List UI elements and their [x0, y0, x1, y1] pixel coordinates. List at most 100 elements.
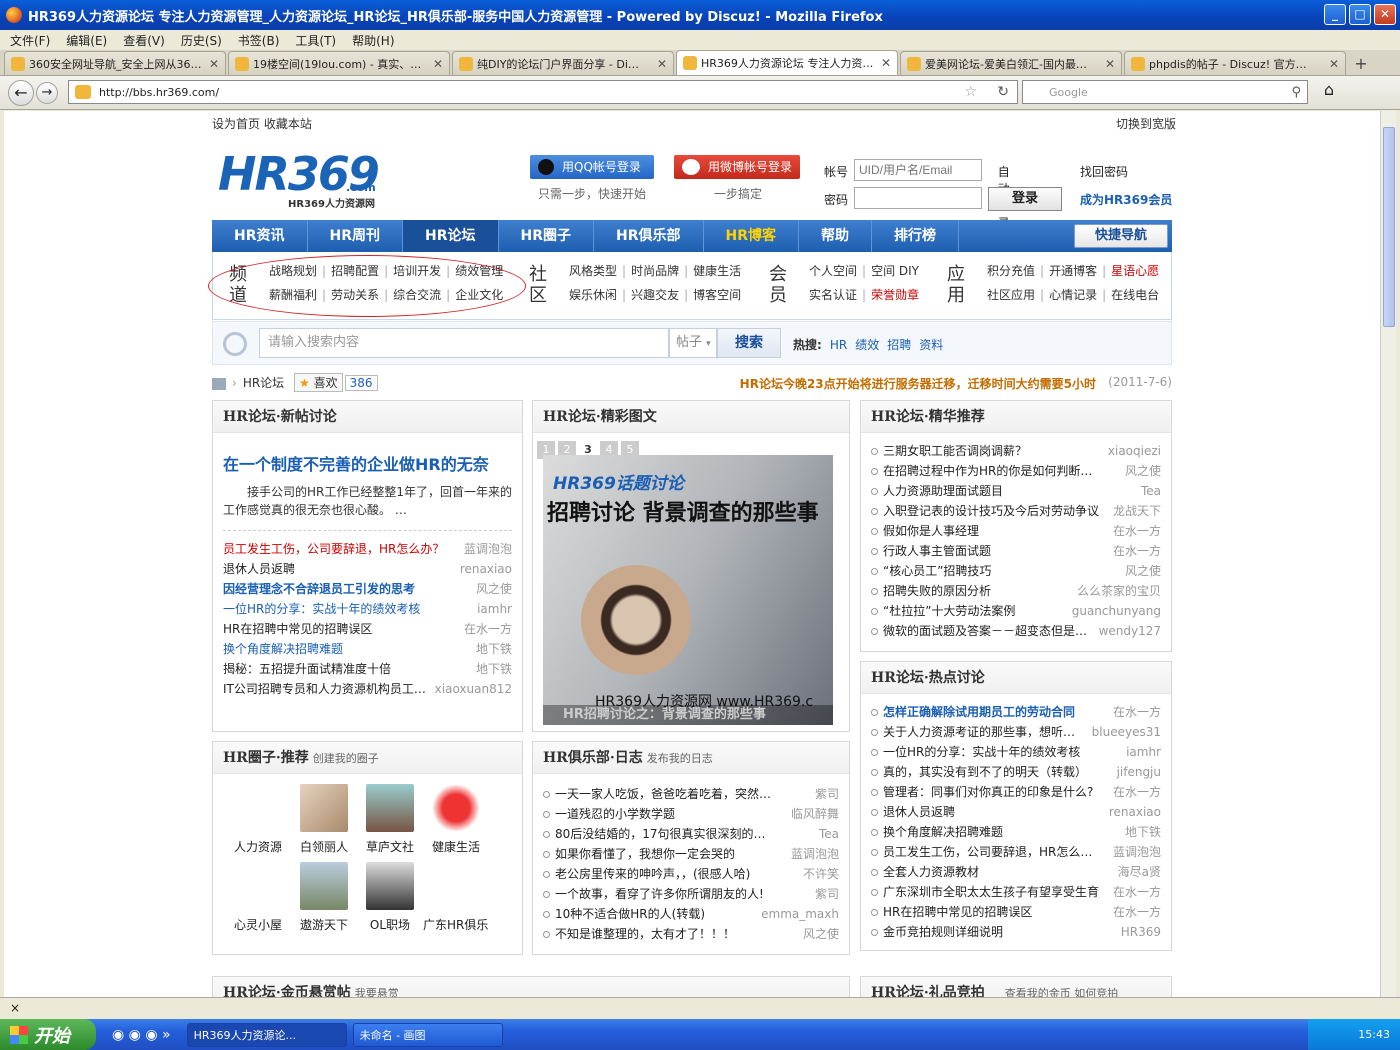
- list-item[interactable]: 换个角度解决招聘难题 地下铁: [871, 822, 1161, 842]
- author-name[interactable]: 风之使: [803, 924, 839, 944]
- author-name[interactable]: 在水一方: [1113, 702, 1161, 722]
- tab-diy[interactable]: 纯DIY的论坛门户界面分享 - Di… ✕: [452, 51, 674, 75]
- topic-link[interactable]: 员工发生工伤，公司要辞退，HR怎么办？: [871, 842, 1101, 862]
- nav-hr-news[interactable]: HR资讯: [212, 220, 308, 252]
- login-button[interactable]: 登录: [988, 187, 1062, 211]
- list-item[interactable]: IT公司招聘专员和人力资源机构员工服务专员 xiaoxuan812: [223, 679, 512, 699]
- task-firefox[interactable]: HR369人力资源论...: [186, 1022, 347, 1047]
- menu-edit[interactable]: 编辑(E): [66, 32, 107, 49]
- qq-login-button[interactable]: 用QQ帐号登录: [530, 155, 654, 179]
- menu-view[interactable]: 查看(V): [123, 32, 165, 49]
- list-item[interactable]: 换个角度解决招聘难题 地下铁: [223, 639, 512, 659]
- nav-ranking[interactable]: 排行榜: [872, 220, 959, 252]
- maximize-button[interactable]: □: [1349, 4, 1371, 25]
- list-item[interactable]: 微软的面试题及答案－－超变态但是很经 wendy127: [871, 621, 1161, 641]
- list-item[interactable]: 如果你看懂了，我想你一定会哭的 蓝调泡泡: [543, 844, 839, 864]
- list-item[interactable]: 因经营理念不合辞退员工引发的思考 风之使: [223, 579, 512, 599]
- new-tab-icon[interactable]: +: [1350, 53, 1372, 75]
- topic-link[interactable]: 换个角度解决招聘难题: [223, 639, 343, 659]
- author-name[interactable]: 风之使: [476, 579, 512, 599]
- list-item[interactable]: 入职登记表的设计技巧及今后对劳动争议 龙战天下: [871, 501, 1161, 521]
- topic-link[interactable]: “核心员工”招聘技巧: [871, 561, 991, 581]
- link-realname[interactable]: 实名认证: [809, 288, 857, 302]
- list-item[interactable]: 一天一家人吃饭，爸爸吃着吃着，突然说：养 紫司: [543, 784, 839, 804]
- author-name[interactable]: 在水一方: [1113, 882, 1161, 902]
- list-item[interactable]: 老公房里传来的呻吟声，，(很感人哈) 不许笑: [543, 864, 839, 884]
- topic-link[interactable]: 员工发生工伤，公司要辞退，HR怎么办？: [223, 539, 444, 559]
- link-leisure[interactable]: 娱乐休闲: [569, 288, 617, 302]
- create-circle-link[interactable]: 创建我的圈子: [313, 752, 379, 765]
- list-item[interactable]: 退休人员返聘 renaxiao: [223, 559, 512, 579]
- link-wish[interactable]: 星语心愿: [1111, 264, 1159, 278]
- circle-item[interactable]: 草庐文社: [357, 784, 423, 862]
- topic-link[interactable]: 退休人员返聘: [871, 802, 955, 822]
- author-name[interactable]: 在水一方: [1113, 521, 1161, 541]
- author-name[interactable]: 地下铁: [476, 659, 512, 679]
- topic-link[interactable]: 一位HR的分享：实战十年的绩效考核: [223, 599, 420, 619]
- list-item[interactable]: 一位HR的分享：实战十年的绩效考核 iamhr: [871, 742, 1161, 762]
- quick-nav-button[interactable]: 快捷导航: [1074, 224, 1168, 248]
- topic-link[interactable]: 广东深圳市全职太太生孩子有望享受生育: [871, 882, 1099, 902]
- author-name[interactable]: 地下铁: [476, 639, 512, 659]
- menu-file[interactable]: 文件(F): [10, 32, 50, 49]
- topic-link[interactable]: 退休人员返聘: [223, 559, 295, 579]
- list-item[interactable]: 金币竞拍规则详细说明 HR369: [871, 922, 1161, 942]
- link-space-diy[interactable]: 空间 DIY: [871, 264, 919, 278]
- nav-hr-blog[interactable]: HR博客: [704, 220, 799, 252]
- forward-icon[interactable]: →: [36, 81, 58, 104]
- weibo-login-button[interactable]: 用微博帐号登录: [674, 155, 800, 179]
- back-icon[interactable]: ←: [8, 79, 34, 106]
- author-name[interactable]: 风之使: [1125, 561, 1161, 581]
- topic-link[interactable]: 关于人力资源考证的那些事，想听听大: [871, 722, 1086, 742]
- account-input[interactable]: [854, 159, 982, 181]
- close-find-icon[interactable]: ×: [10, 1001, 20, 1015]
- featured-photo[interactable]: HR369话题讨论 招聘讨论 背景调查的那些事 HR369人力资源网 www.H…: [543, 455, 833, 725]
- scrollbar-thumb[interactable]: [1383, 127, 1395, 327]
- link-medals[interactable]: 荣誉勋章: [871, 288, 919, 302]
- link-recharge[interactable]: 积分充值: [987, 264, 1035, 278]
- author-name[interactable]: 在水一方: [1113, 902, 1161, 922]
- bookmark-star-icon[interactable]: ☆: [964, 84, 977, 100]
- circle-item[interactable]: 健康生活: [423, 784, 489, 862]
- topic-link[interactable]: 微软的面试题及答案－－超变态但是很经: [871, 621, 1093, 641]
- author-name[interactable]: iamhr: [1126, 742, 1161, 762]
- list-item[interactable]: 假如你是人事经理 在水一方: [871, 521, 1161, 541]
- author-name[interactable]: 在水一方: [464, 619, 512, 639]
- password-input[interactable]: [854, 187, 982, 209]
- home-icon[interactable]: [212, 377, 226, 390]
- topic-link[interactable]: 三期女职工能否调岗调薪？: [871, 441, 1027, 461]
- list-item[interactable]: 管理者：同事们对你真正的印象是什么? 在水一方: [871, 782, 1161, 802]
- list-item[interactable]: 不知是谁整理的，太有才了！！！ 风之使: [543, 924, 839, 944]
- site-search-button[interactable]: 搜索: [717, 328, 781, 358]
- list-item[interactable]: 关于人力资源考证的那些事，想听听大 blueeyes31: [871, 722, 1161, 742]
- author-name[interactable]: xiaoqiezi: [1108, 441, 1161, 461]
- post-journal-link[interactable]: 发布我的日志: [647, 752, 713, 765]
- list-item[interactable]: 80后没结婚的，17句很真实很深刻的话送给你 Tea: [543, 824, 839, 844]
- topic-link[interactable]: 假如你是人事经理: [871, 521, 979, 541]
- link-blog-space[interactable]: 博客空间: [693, 288, 741, 302]
- reload-icon[interactable]: ↻: [997, 84, 1009, 100]
- topic-link[interactable]: 金币竞拍规则详细说明: [871, 922, 1003, 942]
- list-item[interactable]: 怎样正确解除试用期员工的劳动合同 在水一方: [871, 702, 1161, 722]
- list-item[interactable]: HR在招聘中常见的招聘误区 在水一方: [223, 619, 512, 639]
- link-style[interactable]: 风格类型: [569, 264, 617, 278]
- wide-mode-link[interactable]: 切换到宽版: [1116, 115, 1176, 132]
- search-engine-box[interactable]: Google ⚲: [1022, 80, 1308, 104]
- author-name[interactable]: wendy127: [1099, 621, 1161, 641]
- announcement[interactable]: HR论坛今晚23点开始将进行服务器迁移，迁移时间大约需要5小时: [740, 375, 1096, 392]
- list-item[interactable]: 行政人事主管面试题 在水一方: [871, 541, 1161, 561]
- circle-item[interactable]: OL职场: [357, 862, 423, 940]
- topic-link[interactable]: HR在招聘中常见的招聘误区: [223, 619, 372, 639]
- circle-item[interactable]: 白领丽人: [291, 784, 357, 862]
- circle-item[interactable]: 心灵小屋: [225, 862, 291, 940]
- tab-aimei[interactable]: 爱美网论坛-爱美白领汇-国内最… ✕: [900, 51, 1122, 75]
- list-item[interactable]: 揭秘：五招提升面试精准度十倍 地下铁: [223, 659, 512, 679]
- topic-link[interactable]: 一个故事，看穿了许多你所谓朋友的人!: [543, 884, 764, 904]
- tab-close-icon[interactable]: ✕: [433, 57, 443, 71]
- topic-link[interactable]: 在招聘过程中作为HR的你是如何判断应聘者: [871, 461, 1101, 481]
- tab-19lou[interactable]: 19楼空间(19lou.com) - 真实、… ✕: [228, 51, 450, 75]
- forgot-password-link[interactable]: 找回密码: [1080, 163, 1128, 180]
- nav-hr-weekly[interactable]: HR周刊: [308, 220, 403, 252]
- link-personal-space[interactable]: 个人空间: [809, 264, 857, 278]
- author-name[interactable]: guanchunyang: [1072, 601, 1161, 621]
